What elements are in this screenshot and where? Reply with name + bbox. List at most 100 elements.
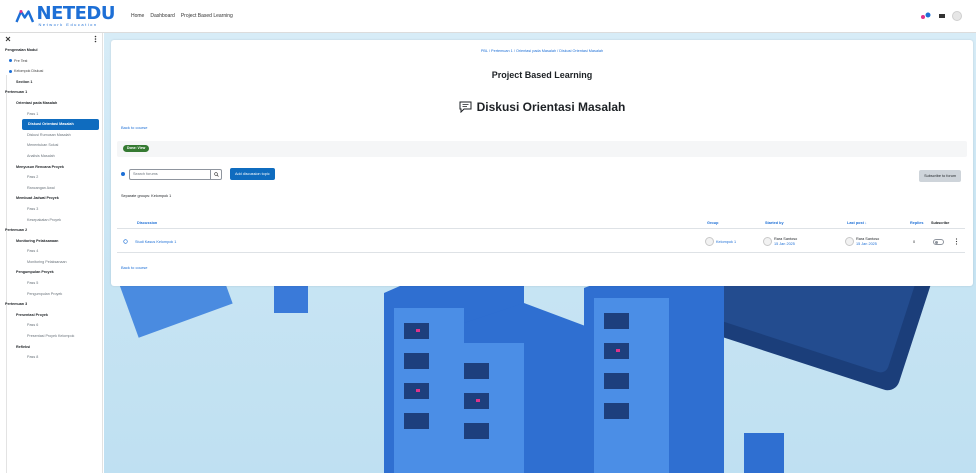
col-group[interactable]: Group bbox=[707, 221, 718, 225]
sidebar-item[interactable]: Monitoring Pelaksanaan bbox=[2, 257, 102, 268]
back-to-course-link-bottom[interactable]: Back to course bbox=[121, 265, 147, 270]
col-started-by[interactable]: Started by bbox=[765, 221, 784, 225]
sidebar-item-label: Presentasi Proyek Kelompok bbox=[27, 334, 75, 339]
brand-logo[interactable]: NETEDU Network Education bbox=[15, 5, 115, 27]
brand-tagline: Network Education bbox=[38, 22, 98, 27]
sidebar-item[interactable]: Diskusi Rumusan Masalah bbox=[2, 130, 102, 141]
notification-icon[interactable] bbox=[920, 11, 932, 21]
bullet-icon bbox=[9, 59, 12, 63]
forum-toolbar: Search forums Add discussion topic bbox=[121, 168, 275, 180]
sidebar-item-label: Pass 6 bbox=[27, 323, 39, 328]
sidebar-item[interactable]: Section 1 bbox=[2, 77, 102, 88]
sidebar-item[interactable]: Kesepakatan Proyek bbox=[2, 215, 102, 226]
col-discussion[interactable]: Discussion bbox=[137, 221, 157, 225]
sidebar-item-label: Diskusi Orientasi Masalah bbox=[28, 122, 74, 127]
sidebar-item-label: Monitoring Pelaksanaan bbox=[16, 238, 59, 243]
more-options-icon[interactable] bbox=[94, 35, 97, 43]
sidebar-item[interactable]: Pengumpulan Proyek bbox=[2, 267, 102, 278]
group-link[interactable]: Kelompok 1 bbox=[716, 240, 736, 244]
star-icon[interactable] bbox=[123, 239, 128, 244]
primary-nav: Home Dashboard Project Based Learning bbox=[131, 13, 233, 19]
sidebar-item[interactable]: Pengenalan Modul bbox=[2, 45, 102, 56]
search-placeholder: Search forums bbox=[133, 172, 158, 176]
last-poster-avatar bbox=[845, 237, 854, 246]
sidebar-item[interactable]: Pass 3 bbox=[2, 204, 102, 215]
sidebar-item-label: Membuat Jadwal Proyek bbox=[16, 196, 59, 201]
sidebar-item-label: Pre Test bbox=[14, 58, 28, 63]
sidebar-item-label: Menentukan Solusi bbox=[27, 143, 59, 148]
sidebar-item[interactable]: Menyusun Rencana Proyek bbox=[2, 162, 102, 173]
sidebar-item[interactable]: Pass 1 bbox=[2, 109, 102, 120]
sidebar-item[interactable]: Presentasi Proyek bbox=[2, 310, 102, 321]
col-last-post[interactable]: Last post ↓ bbox=[847, 221, 867, 225]
done-badge: Done: View bbox=[123, 145, 150, 152]
sidebar-item-label: Pertemuan 2 bbox=[5, 228, 28, 233]
row-actions-icon[interactable] bbox=[955, 238, 958, 245]
sidebar-item-label: Presentasi Proyek bbox=[16, 312, 48, 317]
sidebar-item[interactable]: Refleksi bbox=[2, 342, 102, 353]
sidebar-item-label: Pass 8 bbox=[27, 355, 39, 360]
sidebar-item-label: Kesepakatan Proyek bbox=[27, 217, 62, 222]
chat-icon[interactable] bbox=[938, 12, 946, 20]
sidebar-item[interactable]: Pertemuan 1 bbox=[2, 87, 102, 98]
sidebar-item[interactable]: Rancangan Awal bbox=[2, 183, 102, 194]
sidebar-item-label: Pass 5 bbox=[27, 281, 39, 286]
sidebar-item[interactable]: Pass 5 bbox=[2, 278, 102, 289]
sidebar-item-label: Pass 1 bbox=[27, 111, 39, 116]
sidebar-item-label: Pertemuan 1 bbox=[5, 90, 28, 95]
sidebar-item[interactable]: Pertemuan 3 bbox=[2, 299, 102, 310]
sidebar-item-label: Pengenalan Modul bbox=[5, 48, 38, 52]
course-index-drawer: Pengenalan Modul Pre Test Kelompok Diskusi… bbox=[0, 33, 103, 473]
sidebar-item[interactable]: Monitoring Pelaksanaan bbox=[2, 236, 102, 247]
sidebar-item-label: Pertemuan 3 bbox=[5, 302, 28, 307]
page-title: Diskusi Orientasi Masalah bbox=[111, 100, 973, 114]
sidebar-item[interactable]: Orientasi pada Masalah bbox=[2, 98, 102, 109]
sidebar-item-active[interactable]: Diskusi Orientasi Masalah bbox=[22, 119, 99, 130]
sidebar-item-label: Pass 3 bbox=[27, 206, 39, 211]
discussion-title-link[interactable]: Studi Kasus Kelompok 1 bbox=[135, 231, 176, 252]
table-row[interactable]: Studi Kasus Kelompok 1 Kelompok 1 Rara S… bbox=[117, 231, 965, 253]
sidebar-item-label: Pass 2 bbox=[27, 175, 39, 180]
nav-home[interactable]: Home bbox=[131, 13, 144, 19]
search-forums-input[interactable]: Search forums bbox=[129, 168, 222, 180]
sidebar-item[interactable]: Pre Test bbox=[2, 56, 102, 67]
user-avatar[interactable] bbox=[952, 11, 962, 21]
sidebar-item[interactable]: Pertemuan 2 bbox=[2, 225, 102, 236]
sidebar-item[interactable]: Menentukan Solusi bbox=[2, 140, 102, 151]
main-content-panel: PBL / Pertemuan 1 / Orientasi pada Masal… bbox=[111, 40, 973, 286]
sidebar-item[interactable]: Pass 4 bbox=[2, 246, 102, 257]
sidebar-item-label: Pengumpulan Proyek bbox=[27, 291, 63, 296]
sidebar-item[interactable]: Analisis Masalah bbox=[2, 151, 102, 162]
sidebar-item[interactable]: Membuat Jadwal Proyek bbox=[2, 193, 102, 204]
replies-count[interactable]: 0 bbox=[913, 231, 915, 252]
subscribe-forum-button[interactable]: Subscribe to forum bbox=[919, 170, 961, 182]
sidebar-item[interactable]: Pass 2 bbox=[2, 172, 102, 183]
sidebar-item[interactable]: Pass 6 bbox=[2, 320, 102, 331]
brand-name: NETEDU bbox=[36, 3, 116, 24]
sidebar-item[interactable]: Pass 8 bbox=[2, 352, 102, 363]
sidebar-item[interactable]: Pengumpulan Proyek bbox=[2, 289, 102, 300]
close-drawer-icon[interactable] bbox=[5, 36, 11, 42]
breadcrumb[interactable]: PBL / Pertemuan 1 / Orientasi pada Masal… bbox=[111, 49, 973, 53]
activity-completion-bar: Done: View bbox=[117, 141, 967, 157]
nav-course[interactable]: Project Based Learning bbox=[181, 13, 233, 19]
sidebar-item[interactable]: Kelompok Diskusi bbox=[2, 66, 102, 77]
search-button[interactable] bbox=[210, 169, 221, 179]
top-navbar: NETEDU Network Education Home Dashboard … bbox=[0, 0, 976, 33]
sidebar-item-label: Monitoring Pelaksanaan bbox=[27, 259, 67, 264]
sidebar-item-label: Pengumpulan Proyek bbox=[16, 270, 54, 275]
starter-date: 15 Jan 2025 bbox=[774, 241, 795, 246]
forum-icon bbox=[459, 101, 472, 113]
group-selector[interactable]: Separate groups: Kelompok 1 bbox=[121, 194, 171, 198]
sidebar-item-label: Orientasi pada Masalah bbox=[16, 100, 58, 105]
back-to-course-link-top[interactable]: Back to course bbox=[121, 125, 147, 130]
sidebar-item[interactable]: Presentasi Proyek Kelompok bbox=[2, 331, 102, 342]
col-replies[interactable]: Replies bbox=[910, 221, 924, 225]
sidebar-item-label: Refleksi bbox=[16, 344, 31, 349]
add-discussion-button[interactable]: Add discussion topic bbox=[230, 168, 275, 180]
search-icon bbox=[213, 171, 219, 177]
subscribe-toggle[interactable] bbox=[933, 238, 944, 245]
course-index-list: Pengenalan Modul Pre Test Kelompok Diskusi… bbox=[0, 45, 102, 363]
last-post-date[interactable]: 15 Jan 2025 bbox=[856, 242, 879, 247]
nav-dashboard[interactable]: Dashboard bbox=[150, 13, 174, 19]
